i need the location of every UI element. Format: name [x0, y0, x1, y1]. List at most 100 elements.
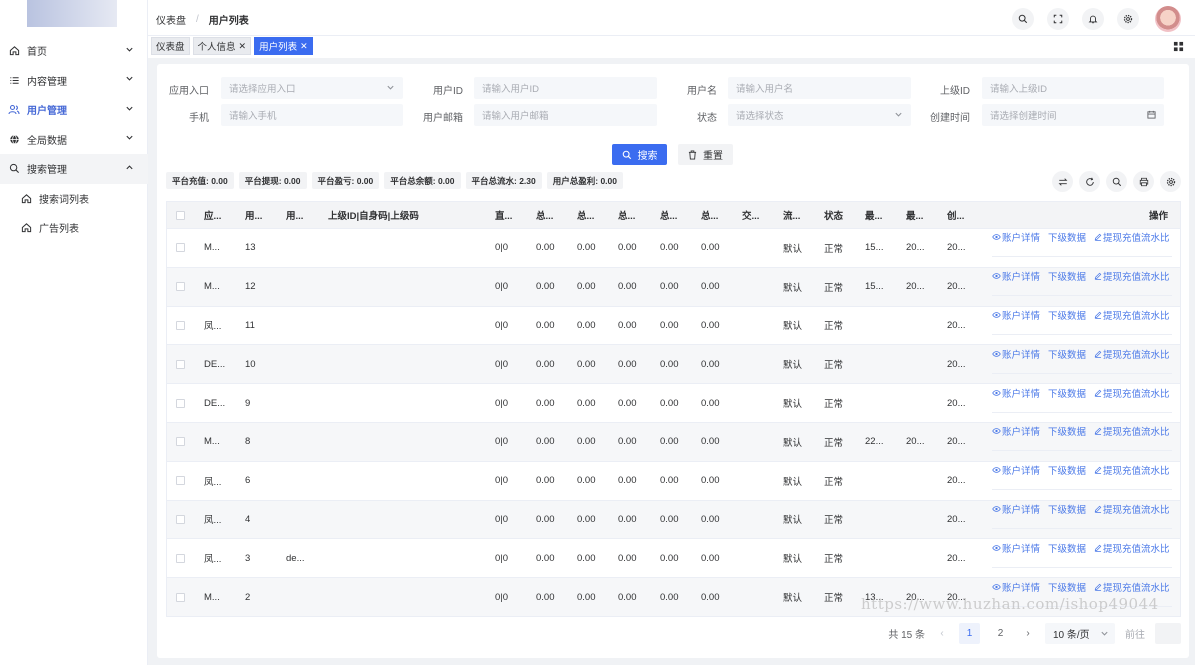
withdraw-recharge-ratio-link[interactable]: 提现充值流水比 [1094, 308, 1170, 322]
withdraw-recharge-ratio-link[interactable]: 提现充值流水比 [1094, 269, 1170, 283]
withdraw-recharge-ratio-link[interactable]: 提现充值流水比 [1094, 230, 1170, 244]
column-header[interactable]: 状态 [824, 202, 843, 228]
column-header[interactable]: 总... [536, 202, 553, 228]
account-details-link[interactable]: 账户详情 [992, 580, 1040, 594]
column-header[interactable]: 用... [286, 202, 303, 228]
print-button[interactable] [1133, 171, 1154, 192]
prev-page-button[interactable]: ‹ [935, 628, 949, 639]
notification-button[interactable] [1082, 8, 1104, 30]
row-checkbox[interactable] [176, 578, 185, 616]
search-button[interactable]: 搜索 [612, 144, 667, 165]
column-settings-button[interactable] [1160, 171, 1181, 192]
sidebar-item-search-management[interactable]: 搜索管理 [0, 154, 148, 184]
phone-input[interactable]: 请输入手机 [221, 104, 403, 126]
next-page-button[interactable]: › [1021, 628, 1035, 639]
row-checkbox[interactable] [176, 423, 185, 461]
user-id-input[interactable]: 请输入用户ID [474, 77, 657, 99]
subordinate-data-link[interactable]: 下级数据 [1048, 424, 1086, 438]
column-header[interactable]: 总... [577, 202, 594, 228]
account-details-link[interactable]: 账户详情 [992, 386, 1040, 400]
account-details-link[interactable]: 账户详情 [992, 230, 1040, 244]
refresh-button[interactable] [1079, 171, 1100, 192]
sidebar-item-global-data[interactable]: 全局数据 [0, 125, 148, 155]
table-row[interactable]: M... 12 0|0 0.00 0.00 0.00 0.00 0.00 默认 正常 15... 20… [167, 267, 1180, 307]
close-icon[interactable]: ✕ [300, 41, 308, 52]
grid-icon[interactable] [1173, 41, 1184, 55]
toggle-search-button[interactable] [1106, 171, 1127, 192]
account-details-link[interactable]: 账户详情 [992, 541, 1040, 555]
sidebar-item-users[interactable]: 用户管理 [0, 95, 148, 125]
account-details-link[interactable]: 账户详情 [992, 424, 1040, 438]
row-checkbox[interactable] [176, 229, 185, 267]
subordinate-data-link[interactable]: 下级数据 [1048, 502, 1086, 516]
avatar[interactable] [1155, 6, 1181, 32]
goto-page-input[interactable] [1155, 623, 1181, 644]
withdraw-recharge-ratio-link[interactable]: 提现充值流水比 [1094, 463, 1170, 477]
column-header[interactable]: 最... [906, 202, 923, 228]
table-row[interactable]: 凤... 6 0|0 0.00 0.00 0.00 0.00 0.00 默认 正常 20... 账户详… [167, 462, 1180, 501]
column-header[interactable]: 直... [495, 202, 512, 228]
account-details-link[interactable]: 账户详情 [992, 308, 1040, 322]
subordinate-data-link[interactable]: 下级数据 [1048, 386, 1086, 400]
close-icon[interactable]: ✕ [239, 41, 247, 52]
withdraw-recharge-ratio-link[interactable]: 提现充值流水比 [1094, 541, 1170, 555]
sidebar-item-content[interactable]: 内容管理 [0, 66, 148, 96]
column-header[interactable]: 用... [245, 202, 262, 228]
page-size-select[interactable]: 10 条/页 [1045, 623, 1115, 644]
reset-button[interactable]: 重置 [678, 144, 733, 165]
page-1-button[interactable]: 1 [959, 623, 980, 644]
parent-id-input[interactable]: 请输入上级ID [982, 77, 1164, 99]
account-details-link[interactable]: 账户详情 [992, 502, 1040, 516]
column-header[interactable]: 最... [865, 202, 882, 228]
table-row[interactable]: DE... 10 0|0 0.00 0.00 0.00 0.00 0.00 默认 正常 20... 账… [167, 345, 1180, 385]
table-row[interactable]: M... 8 0|0 0.00 0.00 0.00 0.00 0.00 默认 正常 22... 20.… [167, 422, 1180, 462]
row-checkbox[interactable] [176, 501, 185, 539]
column-header[interactable]: 总... [618, 202, 635, 228]
subordinate-data-link[interactable]: 下级数据 [1048, 580, 1086, 594]
column-header[interactable]: 应... [204, 202, 221, 228]
swap-columns-button[interactable] [1052, 171, 1073, 192]
subordinate-data-link[interactable]: 下级数据 [1048, 230, 1086, 244]
sidebar-item-search-terms[interactable]: 搜索词列表 [0, 184, 148, 214]
fullscreen-button[interactable] [1047, 8, 1069, 30]
header-search-button[interactable] [1012, 8, 1034, 30]
table-row[interactable]: 凤... 4 0|0 0.00 0.00 0.00 0.00 0.00 默认 正常 20... 账户详… [167, 500, 1180, 540]
subordinate-data-link[interactable]: 下级数据 [1048, 541, 1086, 555]
row-checkbox[interactable] [176, 384, 185, 422]
table-row[interactable]: M... 13 0|0 0.00 0.00 0.00 0.00 0.00 默认 正常 15... 20… [167, 229, 1180, 268]
withdraw-recharge-ratio-link[interactable]: 提现充值流水比 [1094, 502, 1170, 516]
row-checkbox[interactable] [176, 462, 185, 500]
created-time-picker[interactable]: 请选择创建时间 [982, 104, 1164, 126]
table-row[interactable]: 凤... 11 0|0 0.00 0.00 0.00 0.00 0.00 默认 正常 20... 账户… [167, 307, 1180, 346]
page-2-button[interactable]: 2 [990, 623, 1011, 644]
account-details-link[interactable]: 账户详情 [992, 347, 1040, 361]
app-entry-select[interactable]: 请选择应用入口 [221, 77, 403, 99]
row-checkbox[interactable] [176, 539, 185, 577]
withdraw-recharge-ratio-link[interactable]: 提现充值流水比 [1094, 386, 1170, 400]
tab-profile[interactable]: 个人信息 ✕ [192, 37, 252, 55]
withdraw-recharge-ratio-link[interactable]: 提现充值流水比 [1094, 580, 1170, 594]
status-select[interactable]: 请选择状态 [728, 104, 911, 126]
sidebar-item-home[interactable]: 首页 [0, 36, 148, 66]
row-checkbox[interactable] [176, 345, 185, 383]
column-header[interactable]: 总... [701, 202, 718, 228]
email-field[interactable]: 请输入用户邮箱 [474, 104, 657, 126]
username-input[interactable]: 请输入用户名 [728, 77, 911, 99]
table-row[interactable]: DE... 9 0|0 0.00 0.00 0.00 0.00 0.00 默认 正常 20... 账户… [167, 384, 1180, 423]
table-row[interactable]: 凤... 3 de... 0|0 0.00 0.00 0.00 0.00 0.00 默认 正常 20.… [167, 539, 1180, 579]
column-header[interactable]: 总... [660, 202, 677, 228]
sidebar-item-ads[interactable]: 广告列表 [0, 213, 148, 243]
row-checkbox[interactable] [176, 307, 185, 345]
tab-user-list[interactable]: 用户列表 ✕ [254, 37, 313, 55]
breadcrumb-item[interactable]: 仪表盘 [156, 12, 186, 27]
row-checkbox[interactable] [176, 268, 185, 306]
subordinate-data-link[interactable]: 下级数据 [1048, 308, 1086, 322]
column-header[interactable]: 上级ID|自身码|上级码 [328, 202, 419, 228]
subordinate-data-link[interactable]: 下级数据 [1048, 347, 1086, 361]
withdraw-recharge-ratio-link[interactable]: 提现充值流水比 [1094, 424, 1170, 438]
account-details-link[interactable]: 账户详情 [992, 463, 1040, 477]
column-header[interactable]: 流... [783, 202, 800, 228]
account-details-link[interactable]: 账户详情 [992, 269, 1040, 283]
withdraw-recharge-ratio-link[interactable]: 提现充值流水比 [1094, 347, 1170, 361]
column-header[interactable]: 创... [947, 202, 964, 228]
